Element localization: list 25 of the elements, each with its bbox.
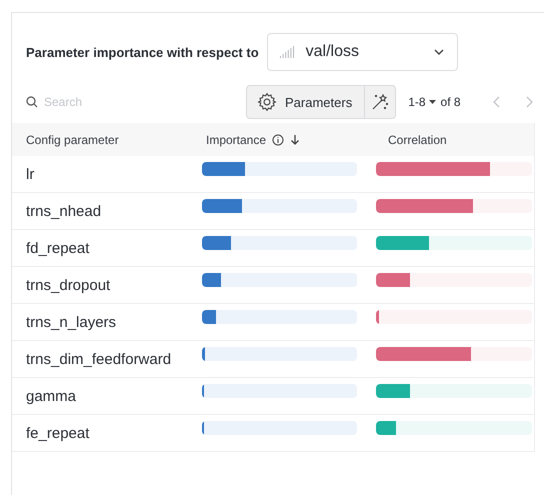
parameter-name: trns_dim_feedforward bbox=[26, 351, 172, 368]
parameter-name: fd_repeat bbox=[26, 240, 90, 257]
column-header: Correlation bbox=[388, 132, 447, 146]
previous-page-button[interactable] bbox=[492, 96, 501, 108]
parameter-name: fe_repeat bbox=[26, 425, 90, 442]
parameter-name: trns_dropout bbox=[26, 277, 110, 294]
header-label: Parameter importance with respect to bbox=[26, 44, 259, 60]
page-total: of 8 bbox=[440, 95, 461, 109]
page-range-dropdown[interactable]: 1-8 bbox=[408, 95, 436, 109]
column-header: Config parameter bbox=[26, 132, 119, 146]
parameter-name: trns_n_layers bbox=[26, 314, 116, 331]
gear-icon bbox=[257, 92, 277, 112]
bar-chart-icon bbox=[280, 46, 296, 58]
search-icon bbox=[26, 96, 38, 108]
sort-arrow-down-icon bbox=[290, 134, 300, 146]
parameter-name: lr bbox=[26, 166, 34, 183]
next-page-button[interactable] bbox=[524, 96, 533, 108]
info-icon bbox=[272, 134, 284, 146]
caret-icon bbox=[428, 100, 436, 104]
parameter-name: gamma bbox=[26, 388, 76, 405]
chevron-down-icon bbox=[432, 48, 445, 56]
parameter-name: trns_nhead bbox=[26, 203, 102, 220]
magic-wand-icon bbox=[371, 93, 390, 111]
column-header[interactable]: Importance bbox=[206, 132, 266, 146]
metric-dropdown[interactable]: val/loss bbox=[266, 33, 458, 71]
